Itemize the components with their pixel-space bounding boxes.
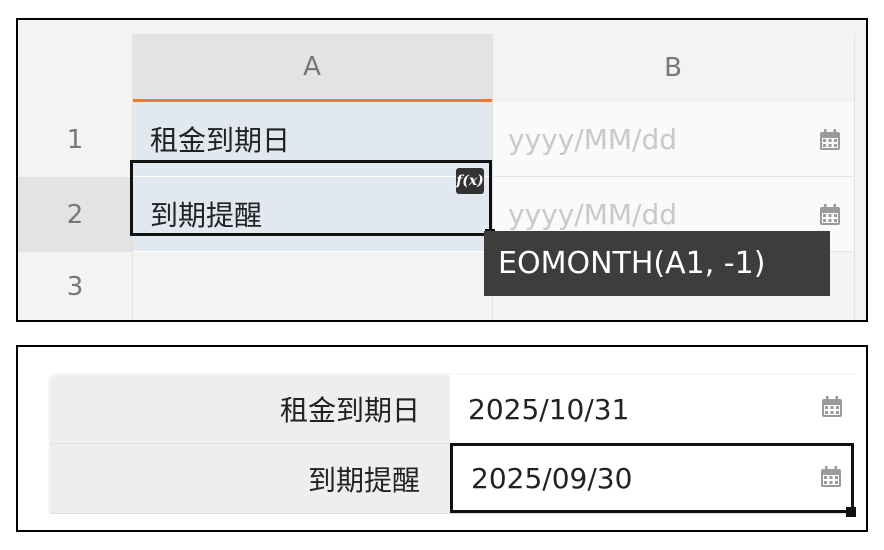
cell-b1-placeholder: yyyy/MM/dd: [508, 122, 678, 156]
selected-cell-outline: [130, 160, 492, 236]
calendar-icon[interactable]: [818, 128, 842, 152]
formula-tooltip: EOMONTH(A1, -1): [484, 231, 830, 296]
field-label-due-reminder: 到期提醒: [50, 443, 450, 513]
date-field-due-reminder[interactable]: 2025/09/30: [450, 443, 854, 513]
row-header-1[interactable]: 1: [18, 102, 132, 177]
calendar-icon[interactable]: [820, 395, 844, 419]
row-header-2[interactable]: 2: [18, 177, 132, 252]
form-panel: 租金到期日 2025/10/31 到期提醒 2025/09/30: [16, 345, 868, 532]
column-header-b[interactable]: B: [492, 34, 854, 102]
column-header-a[interactable]: A: [132, 34, 492, 102]
function-icon[interactable]: f(x): [456, 168, 484, 194]
cell-b1[interactable]: yyyy/MM/dd: [492, 102, 854, 177]
cell-b2-placeholder: yyyy/MM/dd: [508, 197, 678, 231]
date-field-rent-due-date[interactable]: 2025/10/31: [450, 375, 854, 443]
resize-handle[interactable]: [846, 507, 856, 517]
field-value: 2025/09/30: [471, 461, 633, 495]
cell-a3[interactable]: [132, 252, 492, 320]
form-divider: [50, 513, 854, 514]
row-header-3[interactable]: 3: [18, 252, 132, 320]
spreadsheet-panel: A B 1 2 3 租金到期日 yyyy/MM/dd 到期提醒 yyyy/MM/…: [16, 18, 868, 322]
field-value: 2025/10/31: [468, 392, 630, 426]
cell-a1-text: 租金到期日: [150, 124, 291, 157]
field-label-rent-due-date: 租金到期日: [50, 375, 450, 443]
calendar-icon[interactable]: [819, 465, 843, 489]
calendar-icon[interactable]: [818, 203, 842, 227]
grid-divider: [854, 34, 855, 320]
